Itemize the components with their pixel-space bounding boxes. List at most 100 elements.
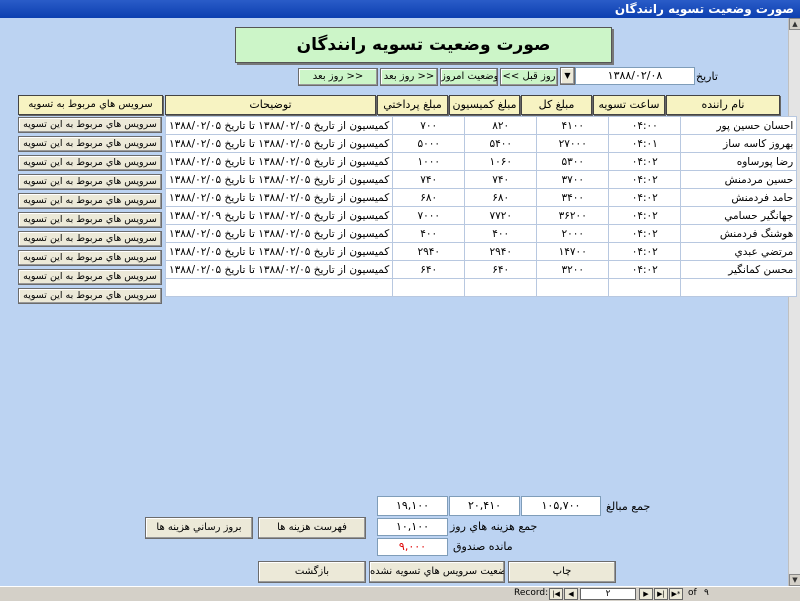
- row-services-button[interactable]: سرويس هاي مربوط به اين تسويه: [18, 136, 162, 152]
- scroll-up-icon[interactable]: ▲: [789, 18, 800, 30]
- first-record-icon[interactable]: |◀: [549, 588, 563, 600]
- row-time[interactable]: ۰۴:۰۲: [608, 242, 682, 261]
- row-services-button[interactable]: سرويس هاي مربوط به اين تسويه: [18, 155, 162, 171]
- row-paid[interactable]: ۷۰۰۰: [392, 206, 466, 225]
- row-driver[interactable]: بهروز كاسه ساز: [680, 134, 798, 153]
- row-desc[interactable]: كميسيون از تاريخ ۱۳۸۸/۰۲/۰۵ تا تاريخ ۱۳۸…: [164, 170, 394, 189]
- row-commission[interactable]: ۱۰۶۰: [464, 152, 538, 171]
- row-commission[interactable]: ۷۴۰: [464, 170, 538, 189]
- row-total[interactable]: ۳۷۰۰: [536, 170, 610, 189]
- next-day-button-2[interactable]: روز بعد >>: [298, 68, 378, 86]
- prev-day-button[interactable]: << روز قبل: [500, 68, 558, 86]
- print-button[interactable]: چاپ: [508, 561, 616, 583]
- vertical-scrollbar[interactable]: ▲ ▼: [788, 18, 800, 586]
- row-services-button[interactable]: سرويس هاي مربوط به اين تسويه: [18, 117, 162, 133]
- row-commission[interactable]: ۲۹۴۰: [464, 242, 538, 261]
- row-commission[interactable]: ۶۴۰: [464, 260, 538, 279]
- row-desc[interactable]: كميسيون از تاريخ ۱۳۸۸/۰۲/۰۵ تا تاريخ ۱۳۸…: [164, 152, 394, 171]
- row-paid[interactable]: ۵۰۰۰: [392, 134, 466, 153]
- row-commission[interactable]: ۶۸۰: [464, 188, 538, 207]
- row-paid[interactable]: ۷۴۰: [392, 170, 466, 189]
- row-total[interactable]: ۳۲۰۰: [536, 260, 610, 279]
- row-total[interactable]: ۵۳۰۰: [536, 152, 610, 171]
- row-services-button[interactable]: سرويس هاي مربوط به اين تسويه: [18, 250, 162, 266]
- current-record-field[interactable]: ۲: [580, 588, 636, 600]
- table-row[interactable]: كميسيون از تاريخ ۱۳۸۸/۰۲/۰۵ تا تاريخ ۱۳۸…: [164, 134, 798, 153]
- row-time[interactable]: ۰۴:۰۲: [608, 152, 682, 171]
- row-services-button[interactable]: سرويس هاي مربوط به اين تسويه: [18, 193, 162, 209]
- update-expenses-button[interactable]: بروز رساني هزينه ها: [145, 517, 253, 539]
- expense-list-button[interactable]: فهرست هزينه ها: [258, 517, 366, 539]
- row-time[interactable]: ۰۴:۰۲: [608, 188, 682, 207]
- row-paid[interactable]: ۶۸۰: [392, 188, 466, 207]
- row-total[interactable]: ۱۴۷۰۰: [536, 242, 610, 261]
- date-field[interactable]: ۱۳۸۸/۰۲/۰۸: [575, 67, 695, 85]
- row-total[interactable]: ۳۶۲۰۰: [536, 206, 610, 225]
- row-total[interactable]: [536, 278, 610, 297]
- row-commission[interactable]: [464, 278, 538, 297]
- new-record-icon[interactable]: ▶*: [669, 588, 683, 600]
- row-time[interactable]: ۰۴:۰۱: [608, 134, 682, 153]
- row-commission[interactable]: ۴۰۰: [464, 224, 538, 243]
- row-total[interactable]: ۲۷۰۰۰: [536, 134, 610, 153]
- row-paid[interactable]: ۲۹۴۰: [392, 242, 466, 261]
- next-day-button[interactable]: روز بعد >>: [380, 68, 438, 86]
- row-total[interactable]: ۴۱۰۰: [536, 116, 610, 135]
- row-paid[interactable]: [392, 278, 466, 297]
- scroll-down-icon[interactable]: ▼: [789, 574, 800, 586]
- row-desc[interactable]: كميسيون از تاريخ ۱۳۸۸/۰۲/۰۵ تا تاريخ ۱۳۸…: [164, 116, 394, 135]
- next-record-icon[interactable]: ▶: [639, 588, 653, 600]
- table-row[interactable]: كميسيون از تاريخ ۱۳۸۸/۰۲/۰۵ تا تاريخ ۱۳۸…: [164, 116, 798, 135]
- row-desc[interactable]: كميسيون از تاريخ ۱۳۸۸/۰۲/۰۵ تا تاريخ ۱۳۸…: [164, 260, 394, 279]
- prev-record-icon[interactable]: ◀: [564, 588, 578, 600]
- row-commission[interactable]: ۵۴۰۰: [464, 134, 538, 153]
- table-row[interactable]: كميسيون از تاريخ ۱۳۸۸/۰۲/۰۵ تا تاريخ ۱۳۸…: [164, 170, 798, 189]
- row-paid[interactable]: ۱۰۰۰: [392, 152, 466, 171]
- row-driver[interactable]: محسن كمانگير: [680, 260, 798, 279]
- row-paid[interactable]: ۴۰۰: [392, 224, 466, 243]
- row-services-button[interactable]: سرويس هاي مربوط به اين تسويه: [18, 269, 162, 285]
- unsettled-services-button[interactable]: وضعيت سرويس هاي تسويه نشده: [369, 561, 505, 583]
- row-total[interactable]: ۲۰۰۰: [536, 224, 610, 243]
- row-desc[interactable]: كميسيون از تاريخ ۱۳۸۸/۰۲/۰۵ تا تاريخ ۱۳۸…: [164, 134, 394, 153]
- row-driver[interactable]: حامد فردمنش: [680, 188, 798, 207]
- row-services-button[interactable]: سرويس هاي مربوط به اين تسويه: [18, 288, 162, 304]
- row-total[interactable]: ۳۴۰۰: [536, 188, 610, 207]
- row-time[interactable]: ۰۴:۰۲: [608, 260, 682, 279]
- row-time[interactable]: ۰۴:۰۰: [608, 116, 682, 135]
- back-button[interactable]: بازگشت: [258, 561, 366, 583]
- row-driver[interactable]: جهانگير حسامي: [680, 206, 798, 225]
- table-row[interactable]: كميسيون از تاريخ ۱۳۸۸/۰۲/۰۵ تا تاريخ ۱۳۸…: [164, 206, 798, 225]
- today-button[interactable]: صورت وضعيت امروز: [440, 68, 498, 86]
- row-driver[interactable]: مرتضي عبدي: [680, 242, 798, 261]
- last-record-icon[interactable]: ▶|: [654, 588, 668, 600]
- row-services-button[interactable]: سرويس هاي مربوط به اين تسويه: [18, 174, 162, 190]
- date-dropdown-button[interactable]: ▼: [560, 67, 575, 85]
- row-driver[interactable]: احسان حسين پور: [680, 116, 798, 135]
- row-time[interactable]: ۰۴:۰۲: [608, 170, 682, 189]
- row-desc[interactable]: كميسيون از تاريخ ۱۳۸۸/۰۲/۰۵ تا تاريخ ۱۳۸…: [164, 242, 394, 261]
- row-time[interactable]: ۰۴:۰۲: [608, 206, 682, 225]
- row-commission[interactable]: ۸۲۰: [464, 116, 538, 135]
- row-desc[interactable]: كميسيون از تاريخ ۱۳۸۸/۰۲/۰۵ تا تاريخ ۱۳۸…: [164, 188, 394, 207]
- row-desc[interactable]: كميسيون از تاريخ ۱۳۸۸/۰۲/۰۵ تا تاريخ ۱۳۸…: [164, 224, 394, 243]
- row-desc[interactable]: [164, 278, 394, 297]
- table-row[interactable]: كميسيون از تاريخ ۱۳۸۸/۰۲/۰۵ تا تاريخ ۱۳۸…: [164, 224, 798, 243]
- row-time[interactable]: [608, 278, 682, 297]
- table-row[interactable]: كميسيون از تاريخ ۱۳۸۸/۰۲/۰۵ تا تاريخ ۱۳۸…: [164, 188, 798, 207]
- row-driver[interactable]: حسين مردمنش: [680, 170, 798, 189]
- table-row[interactable]: كميسيون از تاريخ ۱۳۸۸/۰۲/۰۵ تا تاريخ ۱۳۸…: [164, 260, 798, 279]
- row-driver[interactable]: هوشنگ فردمنش: [680, 224, 798, 243]
- row-driver[interactable]: [680, 278, 798, 297]
- row-services-button[interactable]: سرويس هاي مربوط به اين تسويه: [18, 212, 162, 228]
- table-row[interactable]: [164, 278, 798, 297]
- row-driver[interactable]: رضا پورساوه: [680, 152, 798, 171]
- row-commission[interactable]: ۷۷۲۰: [464, 206, 538, 225]
- table-row[interactable]: كميسيون از تاريخ ۱۳۸۸/۰۲/۰۵ تا تاريخ ۱۳۸…: [164, 152, 798, 171]
- row-time[interactable]: ۰۴:۰۲: [608, 224, 682, 243]
- row-services-button[interactable]: سرويس هاي مربوط به اين تسويه: [18, 231, 162, 247]
- table-row[interactable]: كميسيون از تاريخ ۱۳۸۸/۰۲/۰۵ تا تاريخ ۱۳۸…: [164, 242, 798, 261]
- row-paid[interactable]: ۷۰۰: [392, 116, 466, 135]
- row-desc[interactable]: كميسيون از تاريخ ۱۳۸۸/۰۲/۰۵ تا تاريخ ۱۳۸…: [164, 206, 394, 225]
- row-paid[interactable]: ۶۴۰: [392, 260, 466, 279]
